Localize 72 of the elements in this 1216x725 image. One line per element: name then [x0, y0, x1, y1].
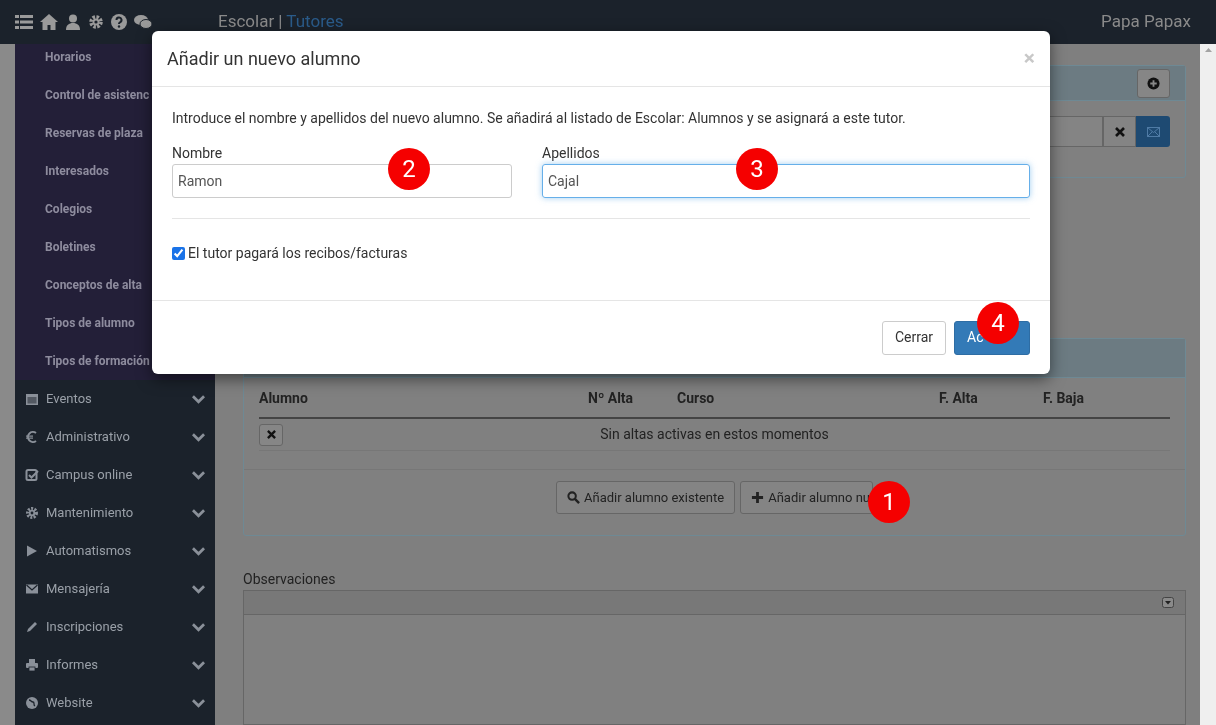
sidebar-item[interactable]: Automatismos: [15, 532, 215, 570]
column-header: F. Baja: [1043, 390, 1084, 406]
pencil-icon: [25, 620, 39, 634]
sidebar-item[interactable]: Website: [15, 684, 215, 722]
add-button[interactable]: [1137, 68, 1170, 98]
dropdown-icon[interactable]: [1162, 597, 1174, 608]
submenu-item[interactable]: Tipos de formación: [45, 352, 150, 370]
calendar-icon: [25, 392, 39, 406]
gear-icon: [25, 506, 39, 520]
search-icon: [567, 491, 580, 504]
submenu-item[interactable]: Boletines: [45, 238, 96, 256]
user-icon[interactable]: [65, 14, 81, 30]
sidebar-item[interactable]: Mensajería: [15, 570, 215, 608]
submenu-item[interactable]: Reservas de plaza: [45, 124, 143, 142]
sidebar-item[interactable]: Eventos: [15, 380, 215, 418]
column-header: F. Alta: [939, 390, 978, 406]
submenu-item[interactable]: Control de asistenc: [45, 86, 150, 104]
checkbox[interactable]: [172, 247, 185, 260]
section-label: Observaciones: [243, 570, 337, 589]
app-title: Escolar | Tutores: [218, 10, 344, 34]
close-icon: [266, 430, 276, 439]
play-icon: [25, 544, 39, 558]
chevron-icon[interactable]: [192, 470, 205, 480]
field-label: Apellidos: [542, 144, 601, 162]
chevron-icon[interactable]: [192, 508, 205, 518]
remove-button[interactable]: [259, 423, 283, 446]
close-button[interactable]: Cerrar: [881, 320, 946, 355]
user-name[interactable]: Papa Papax: [1101, 9, 1191, 35]
chevron-icon[interactable]: [192, 660, 205, 670]
printer-icon: [25, 658, 39, 672]
sidebar-item[interactable]: Administrativo: [15, 418, 215, 456]
column-header: Alumno: [259, 390, 308, 406]
sidebar-item[interactable]: Campus online: [15, 456, 215, 494]
globe-icon: [25, 696, 39, 710]
envelope-icon: [25, 582, 39, 596]
plus-icon: [751, 491, 765, 504]
column-header: Curso: [677, 390, 715, 406]
plus-circle-icon: [1147, 76, 1160, 90]
add-student-button[interactable]: Añadir alumno nu: [740, 481, 873, 514]
clear-button[interactable]: [1103, 116, 1136, 147]
euro-icon: [25, 430, 39, 444]
column-header: Nº Alta: [588, 390, 634, 406]
empty-message: Sin altas activas en estos momentos: [600, 425, 829, 444]
dialog-text: Introduce el nombre y apellidos del nuevo alumno. Se añadirá al listado de Escolar: Alumnos y se asignará a este tutor.: [172, 109, 907, 128]
chevron-icon[interactable]: [192, 698, 205, 708]
text-field[interactable]: [1050, 116, 1103, 147]
checkbox-label: El tutor pagará los recibos/facturas: [188, 244, 408, 263]
chevron-icon[interactable]: [192, 432, 205, 442]
sidebar-item[interactable]: Mantenimiento: [15, 494, 215, 532]
submenu-item[interactable]: Tipos de alumno: [45, 314, 135, 332]
close-icon: [1114, 126, 1125, 137]
chevron-icon[interactable]: [192, 546, 205, 556]
help-icon[interactable]: [111, 14, 127, 30]
gear-icon[interactable]: [88, 14, 104, 30]
field-label: Nombre: [172, 144, 224, 162]
search-student-button[interactable]: Añadir alumno existente: [556, 481, 736, 514]
scrollbar[interactable]: [1200, 44, 1216, 725]
submenu-item[interactable]: Horarios: [45, 48, 92, 66]
sidebar-item[interactable]: Informes: [15, 646, 215, 684]
checkbox-icon: [25, 468, 39, 482]
submenu-item[interactable]: Interesados: [45, 162, 109, 180]
home-icon[interactable]: [40, 14, 58, 30]
chat-icon[interactable]: [134, 14, 152, 30]
dialog-title: Añadir un nuevo alumno: [167, 47, 362, 71]
submenu-item[interactable]: Conceptos de alta: [45, 276, 142, 294]
envelope-icon: [1146, 126, 1160, 137]
list-icon[interactable]: [15, 14, 33, 30]
chevron-icon[interactable]: [192, 394, 205, 404]
chevron-icon[interactable]: [192, 584, 205, 594]
submenu-item[interactable]: Colegios: [45, 200, 93, 218]
sidebar-item[interactable]: Inscripciones: [15, 608, 215, 646]
chevron-icon[interactable]: [192, 622, 205, 632]
